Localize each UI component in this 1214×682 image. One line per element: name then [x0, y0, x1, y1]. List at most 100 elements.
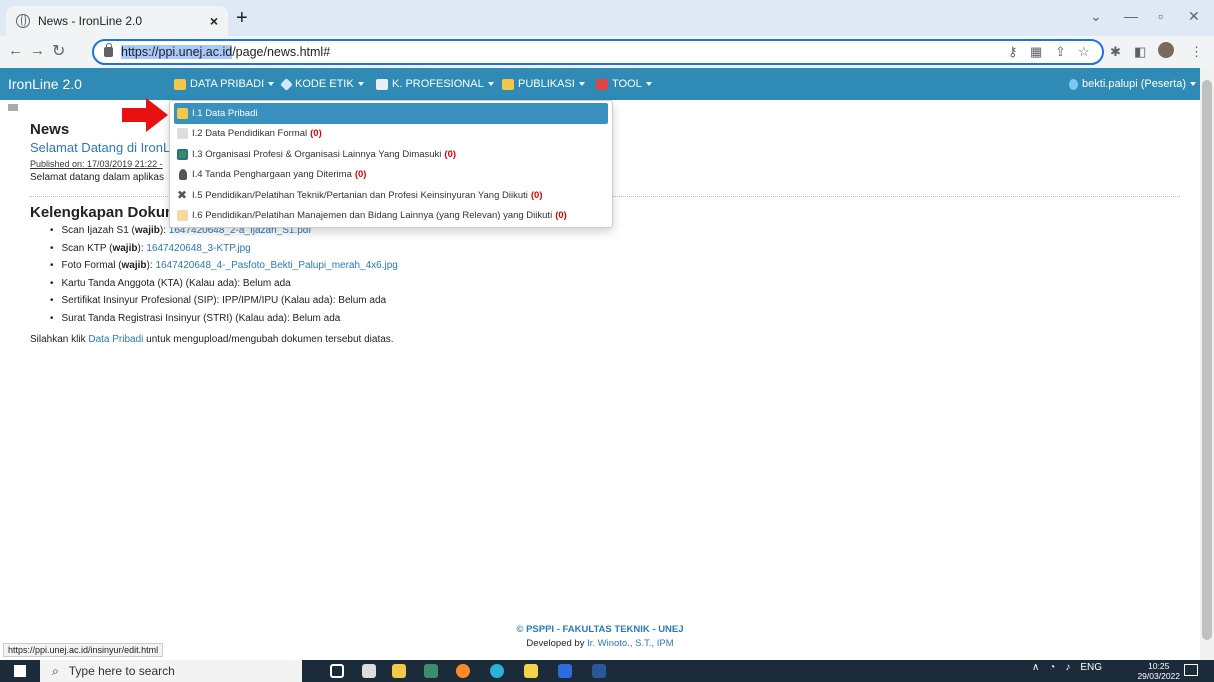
site-navbar: IronLine 2.0 DATA PRIBADI KODE ETIK K. P… — [0, 68, 1200, 100]
network-icon[interactable]: ◔ — [1049, 662, 1055, 673]
red-arrow-annotation — [122, 98, 168, 132]
menu-kode-etik[interactable]: KODE ETIK — [280, 77, 364, 91]
taskbar-clock[interactable]: 10:25 29/03/2022 — [1137, 661, 1180, 681]
edge-icon[interactable] — [490, 664, 504, 678]
menu-tool[interactable]: TOOL — [596, 78, 652, 90]
edit-document-icon — [177, 210, 188, 222]
sidepanel-icon[interactable]: ◧ — [1134, 44, 1146, 60]
news-heading: News — [30, 121, 70, 138]
note-text: untuk mengupload/mengubah dokumen terseb… — [143, 334, 394, 345]
word-icon[interactable] — [592, 664, 606, 678]
news-title-link[interactable]: Selamat Datang di IronLi — [30, 140, 173, 155]
security-icon[interactable] — [362, 664, 376, 678]
search-placeholder: Type here to search — [68, 664, 175, 678]
close-window-button[interactable]: ✕ — [1188, 8, 1200, 25]
lock-icon — [104, 43, 113, 57]
forward-icon[interactable]: → — [30, 42, 45, 59]
required-label: wajib — [134, 225, 160, 236]
language-indicator[interactable]: ENG — [1080, 662, 1102, 673]
share-icon[interactable]: ⇪ — [1055, 44, 1066, 60]
document-list-item: Scan KTP (wajib): 1647420648_3-KTP.jpg — [50, 240, 398, 258]
menu-label: TOOL — [612, 78, 642, 90]
welcome-text: Selamat datang dalam aplikas — [30, 172, 164, 183]
menu-label: DATA PRIBADI — [190, 78, 265, 90]
count-badge: (0) — [444, 148, 457, 160]
volume-icon[interactable]: ♪ — [1065, 662, 1070, 673]
required-label: wajib — [121, 260, 147, 271]
document-label: Scan KTP ( — [61, 242, 113, 254]
tools-icon: ✖ — [177, 187, 188, 202]
document-label: Surat Tanda Registrasi Insinyur (STRI) (… — [61, 312, 293, 324]
user-menu[interactable]: bekti.palupi (Peserta) — [1069, 78, 1196, 90]
developer-link[interactable]: Ir. Winoto., S.T., IPM — [587, 638, 674, 649]
dropdown-item-label: I.4 Tanda Penghargaan yang Diterima — [192, 169, 352, 181]
task-view-icon[interactable] — [330, 664, 344, 678]
caret-down-icon — [357, 82, 364, 86]
file-explorer-icon[interactable] — [392, 664, 406, 678]
scrollbar-thumb[interactable] — [1202, 80, 1212, 640]
menu-icon[interactable]: ⋮ — [1190, 44, 1203, 60]
menu-data-pribadi[interactable]: DATA PRIBADI — [174, 78, 275, 90]
tab-search-icon[interactable]: ⌄ — [1090, 8, 1102, 25]
app-icon[interactable] — [424, 664, 438, 678]
footer-developer-label: Developed by — [526, 638, 588, 649]
caret-down-icon — [487, 82, 494, 86]
maximize-button[interactable]: ▫ — [1158, 8, 1163, 24]
url-host: https://ppi.unej.ac.id — [121, 45, 233, 59]
translate-icon[interactable]: ▦ — [1030, 44, 1042, 60]
count-badge: (0) — [310, 128, 322, 140]
document-label: Sertifikat Insinyur Profesional (SIP): I… — [61, 295, 339, 306]
dropdown-item-pelatihan-manajemen[interactable]: I.6 Pendidikan/Pelatihan Manajemen dan B… — [170, 206, 612, 227]
document-status: Belum ada — [338, 295, 387, 306]
user-name: bekti.palupi (Peserta) — [1082, 78, 1186, 90]
back-icon[interactable]: ← — [8, 42, 23, 59]
new-tab-button[interactable]: + — [236, 8, 248, 28]
caret-down-icon — [578, 82, 585, 86]
document-label: Foto Formal ( — [61, 260, 122, 271]
menu-label: K. PROFESIONAL — [392, 78, 484, 90]
notification-icon[interactable] — [1184, 664, 1198, 676]
dropdown-item-label: I.1 Data Pribadi — [192, 107, 258, 119]
url-input[interactable]: https://ppi.unej.ac.id/page/news.html# — [92, 39, 1104, 65]
clock-time: 10:25 — [1148, 661, 1170, 671]
profile-avatar[interactable] — [1158, 42, 1174, 58]
footer-copyright: © PSPPI - FAKULTAS TEKNIK - UNEJ — [516, 624, 684, 635]
published-date: Published on: 17/03/2019 21:22 - — [30, 159, 163, 169]
windows-start-icon[interactable] — [14, 665, 26, 677]
pencil-icon — [174, 78, 186, 90]
clock-date: 29/03/2022 — [1137, 671, 1180, 681]
data-pribadi-link[interactable]: Data Pribadi — [88, 334, 143, 345]
taskbar-search[interactable]: ⌕ Type here to search — [40, 660, 302, 682]
document-file-link[interactable]: 1647420648_3-KTP.jpg — [146, 243, 250, 254]
count-badge: (0) — [354, 169, 367, 181]
dropdown-item-organisasi[interactable]: I.3 Organisasi Profesi & Organisasi Lain… — [170, 144, 612, 165]
document-list-item: Foto Formal (wajib): 1647420648_4-_Pasfo… — [50, 257, 398, 275]
sidebar-toggle-icon[interactable] — [8, 104, 18, 111]
chevron-up-icon[interactable]: ∧ — [1032, 662, 1039, 673]
star-icon[interactable]: ☆ — [1078, 44, 1090, 60]
diamond-icon — [280, 77, 293, 91]
extensions-icon[interactable]: ✱ — [1110, 44, 1121, 60]
document-file-link[interactable]: 1647420648_4-_Pasfoto_Bekti_Palupi_merah… — [155, 260, 397, 271]
close-tab-icon[interactable]: × — [210, 13, 218, 29]
key-icon[interactable]: ⚷ — [1008, 44, 1018, 60]
document-label: Scan Ijazah S1 ( — [61, 225, 135, 236]
list-icon — [376, 78, 388, 90]
firefox-icon[interactable] — [456, 664, 470, 678]
zoom-icon[interactable] — [558, 664, 572, 678]
data-pribadi-dropdown: I.1 Data Pribadi I.2 Data Pendidikan For… — [169, 100, 613, 228]
sticky-notes-icon[interactable] — [524, 664, 538, 678]
dropdown-item-pelatihan-teknik[interactable]: ✖ I.5 Pendidikan/Pelatihan Teknik/Pertan… — [170, 185, 612, 206]
menu-k-profesional[interactable]: K. PROFESIONAL — [376, 78, 494, 90]
brand[interactable]: IronLine 2.0 — [8, 76, 82, 92]
upload-note: Silahkan klik Data Pribadi untuk mengupl… — [30, 334, 394, 345]
dropdown-item-penghargaan[interactable]: I.4 Tanda Penghargaan yang Diterima (0) — [170, 165, 612, 186]
dropdown-item-data-pribadi[interactable]: I.1 Data Pribadi — [174, 103, 608, 124]
reload-icon[interactable]: ↻ — [52, 41, 65, 61]
status-bar-url: https://ppi.unej.ac.id/insinyur/edit.htm… — [3, 643, 164, 657]
dropdown-item-pendidikan-formal[interactable]: I.2 Data Pendidikan Formal (0) — [170, 124, 612, 145]
globe-icon — [16, 14, 30, 28]
minimize-button[interactable]: — — [1124, 8, 1138, 24]
menu-publikasi[interactable]: PUBLIKASI — [502, 78, 585, 90]
browser-tab[interactable]: News - IronLine 2.0 × — [6, 6, 228, 36]
